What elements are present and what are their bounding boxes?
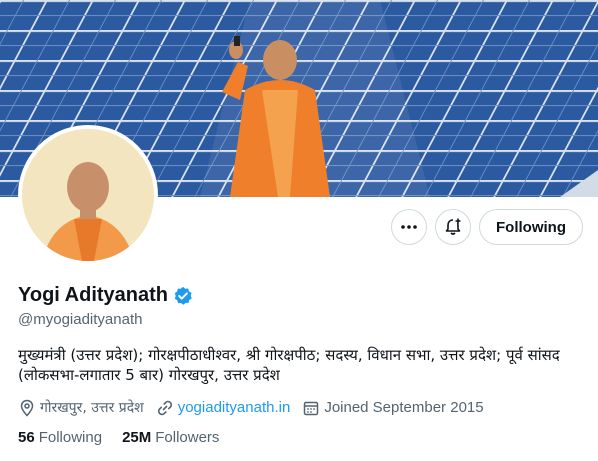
profile-meta: गोरखपुर, उत्तर प्रदेश yogiadityanath.in … <box>18 398 496 417</box>
bell-plus-icon <box>445 218 461 235</box>
following-stat[interactable]: 56 Following <box>18 429 102 446</box>
user-handle: @myogiadityanath <box>18 311 143 328</box>
profile-actions: Following <box>391 209 583 245</box>
display-name: Yogi Adityanath <box>18 284 168 306</box>
name-row: Yogi Adityanath <box>18 284 193 307</box>
location-item: गोरखपुर, उत्तर प्रदेश <box>18 398 144 417</box>
location-pin-icon <box>20 399 34 417</box>
notifications-button[interactable] <box>435 209 471 245</box>
calendar-icon <box>304 401 319 415</box>
joined-item: Joined September 2015 <box>302 399 484 417</box>
website-item[interactable]: yogiadityanath.in <box>156 399 291 417</box>
website-link[interactable]: yogiadityanath.in <box>178 399 291 416</box>
location-text: गोरखपुर, उत्तर प्रदेश <box>40 400 144 416</box>
followers-label: Followers <box>155 429 220 446</box>
profile-bio: मुख्यमंत्री (उत्तर प्रदेश); गोरक्षपीठाधी… <box>18 346 560 384</box>
more-dots-icon <box>401 225 417 229</box>
link-icon <box>157 400 172 415</box>
profile-stats: 56 Following 25M Followers <box>18 429 219 446</box>
joined-text: Joined September 2015 <box>324 399 484 416</box>
following-count: 56 <box>18 429 35 446</box>
followers-stat[interactable]: 25M Followers <box>122 429 219 446</box>
following-label: Following <box>38 429 103 446</box>
following-button[interactable]: Following <box>479 209 583 245</box>
followers-count: 25M <box>122 429 152 446</box>
profile-avatar[interactable] <box>18 125 158 265</box>
verified-badge-icon[interactable] <box>173 286 193 306</box>
avatar-image <box>22 129 154 261</box>
more-options-button[interactable] <box>391 209 427 245</box>
